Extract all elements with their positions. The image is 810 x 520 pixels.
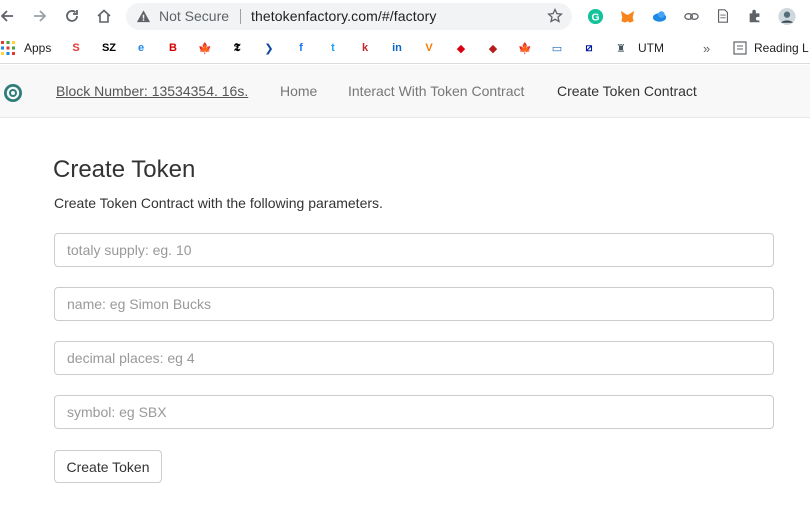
page-subtitle: Create Token Contract with the following… (54, 195, 383, 211)
more-bookmarks-button[interactable]: » (703, 40, 710, 56)
symbol-input[interactable] (54, 395, 774, 429)
facebook-bookmark[interactable]: f (293, 40, 309, 56)
cloud-icon[interactable] (650, 7, 668, 25)
apps-label: Apps (24, 41, 52, 55)
maple-bookmark[interactable]: 🍁 (197, 40, 213, 56)
diamond-bookmark[interactable]: ◆ (485, 40, 501, 56)
forward-icon[interactable] (29, 5, 51, 27)
bild-bookmark[interactable]: B (165, 40, 181, 56)
star-icon[interactable] (547, 8, 563, 24)
edge-bookmark[interactable]: e (133, 40, 149, 56)
bank-bookmark[interactable]: ▭ (549, 40, 565, 56)
twitter-icon: t (331, 42, 335, 54)
home-icon[interactable] (93, 5, 115, 27)
reload-icon[interactable] (61, 5, 83, 27)
maple2-bookmark[interactable]: 🍁 (517, 40, 533, 56)
sz-icon: SZ (101, 42, 117, 54)
url-text[interactable]: thetokenfactory.com/#/factory (251, 8, 437, 24)
metamask-icon[interactable] (618, 7, 636, 25)
utm-icon: ♜ (616, 42, 626, 55)
nyt-icon: 𝕿 (233, 41, 241, 54)
name-input[interactable] (54, 287, 774, 321)
site-navbar: Block Number: 13534354. 16s. Home Intera… (0, 65, 810, 118)
diamond-icon: ◆ (488, 42, 498, 55)
utm-label[interactable]: UTM (638, 40, 664, 56)
twitter-bookmark[interactable]: t (325, 40, 341, 56)
reading-list-button[interactable]: Reading L (733, 40, 809, 56)
apps-bookmark[interactable]: Apps (0, 40, 51, 56)
hsbc-icon: ◆ (456, 42, 466, 55)
reading-list-label: Reading L (754, 41, 809, 55)
total-supply-input[interactable] (54, 233, 774, 267)
k-icon: k (361, 42, 369, 54)
create-token-button[interactable]: Create Token (54, 450, 162, 483)
bank-icon: ▭ (551, 42, 563, 55)
facebook-icon: f (299, 42, 303, 54)
security-status[interactable]: Not Secure (159, 8, 229, 24)
v-icon: V (425, 42, 433, 54)
apps-grid-icon (1, 41, 15, 55)
edge-icon: e (137, 42, 145, 54)
nav-interact-token[interactable]: Interact With Token Contract (348, 83, 524, 99)
page-title: Create Token (53, 156, 196, 183)
browser-toolbar: Not Secure thetokenfactory.com/#/factory… (0, 0, 810, 32)
link-icon[interactable] (682, 7, 700, 25)
hsbc-bookmark[interactable]: ◆ (453, 40, 469, 56)
back-icon[interactable] (0, 5, 18, 27)
profile-icon[interactable] (778, 7, 796, 25)
svg-text:G: G (591, 12, 599, 23)
sz-bookmark[interactable]: SZ (101, 40, 117, 56)
nav-create-token[interactable]: Create Token Contract (557, 83, 697, 99)
reading-list-icon (733, 41, 747, 55)
document-icon[interactable] (714, 7, 732, 25)
s-icon: S (72, 42, 80, 54)
grammarly-icon[interactable]: G (586, 7, 604, 25)
omnibox-divider (240, 9, 241, 24)
address-bar[interactable]: Not Secure thetokenfactory.com/#/factory (126, 3, 572, 30)
maple2-icon: 🍁 (518, 42, 532, 55)
bild-icon: B (169, 42, 177, 54)
deutsche-icon: ⧄ (585, 41, 593, 54)
extensions-icon[interactable] (746, 7, 764, 25)
warning-icon[interactable] (136, 9, 151, 24)
deutsche-bookmark[interactable]: ⧄ (581, 40, 597, 56)
linkedin-bookmark[interactable]: in (389, 40, 405, 56)
decimal-places-input[interactable] (54, 341, 774, 375)
nyt-bookmark[interactable]: 𝕿 (229, 40, 245, 56)
s-bookmark[interactable]: S (68, 40, 84, 56)
block-number-link[interactable]: Block Number: 13534354. 16s. (56, 83, 248, 99)
arrow-icon: ❯ (264, 42, 274, 55)
v-bookmark[interactable]: V (421, 40, 437, 56)
site-logo-icon[interactable] (3, 83, 23, 103)
nav-home[interactable]: Home (280, 83, 317, 99)
arrow-bookmark[interactable]: ❯ (261, 40, 277, 56)
bookmarks-bar: Apps S SZ e B 🍁 𝕿 ❯ f t k in V ◆ ◆ 🍁 ▭ ⧄ ♜ UTM » Reading … (0, 32, 810, 64)
maple-icon: 🍁 (198, 42, 212, 55)
utm-bookmark[interactable]: ♜ (613, 40, 629, 56)
linkedin-icon: in (392, 42, 402, 54)
k-bookmark[interactable]: k (357, 40, 373, 56)
